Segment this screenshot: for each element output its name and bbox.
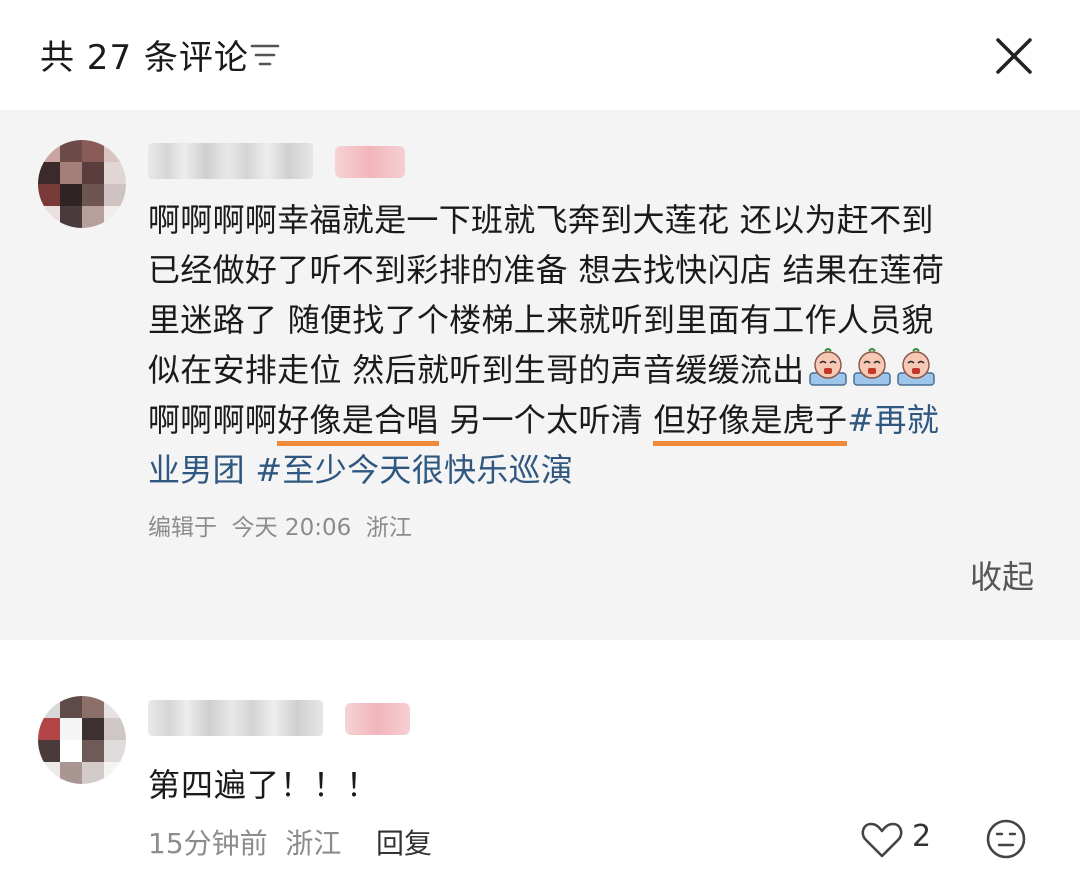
- crying-face-emoji-icon: [809, 348, 848, 386]
- comment-count-title: 共 27 条评论: [40, 38, 249, 78]
- heart-icon[interactable]: [860, 820, 904, 860]
- user-badge-blurred: [335, 146, 405, 178]
- user-badge-blurred: [345, 703, 410, 735]
- username-blurred[interactable]: [148, 143, 313, 179]
- hashtag-link[interactable]: #至少今天很快乐巡演: [255, 451, 573, 489]
- comment-line: 已经做好了听不到彩排的准备 想去找快闪店 结果在莲荷: [148, 251, 945, 289]
- username-blurred[interactable]: [148, 700, 323, 736]
- hashtag-link[interactable]: #再就: [847, 401, 939, 439]
- reply-button[interactable]: 回复: [376, 822, 432, 862]
- comment-body: 第四遍了！！！: [148, 766, 380, 804]
- comment-line: 里迷路了 随便找了个楼梯上来就听到里面有工作人员貌: [148, 301, 934, 339]
- comment-meta: 编辑于 今天 20:06 浙江: [148, 515, 412, 541]
- comment-body: 啊啊啊啊幸福就是一下班就飞奔到大莲花 还以为赶不到 已经做好了听不到彩排的准备 …: [148, 195, 1038, 495]
- comment-meta: 15分钟前 浙江: [148, 827, 342, 860]
- underlined-text: 好像是合唱: [277, 401, 439, 446]
- sort-filter-icon[interactable]: [250, 42, 280, 68]
- avatar[interactable]: [38, 696, 126, 784]
- comment-text-segment: 啊啊啊啊: [148, 401, 278, 439]
- crying-face-emoji-icon: [853, 348, 892, 386]
- hashtag-link[interactable]: 业男团: [148, 451, 245, 489]
- close-icon[interactable]: [990, 32, 1038, 80]
- comment-text-segment: 另一个太听清: [438, 401, 654, 439]
- comment-line: 啊啊啊啊幸福就是一下班就飞奔到大莲花 还以为赶不到: [148, 201, 934, 239]
- comment-line: 似在安排走位 然后就听到生哥的声音缓缓流出: [148, 351, 805, 389]
- collapse-button[interactable]: 收起: [970, 552, 1034, 598]
- avatar[interactable]: [38, 140, 126, 228]
- crying-face-emoji-icon: [897, 348, 936, 386]
- comment-line-with-emoji: 似在安排走位 然后就听到生哥的声音缓缓流出: [148, 345, 1038, 395]
- like-count: 2: [912, 819, 932, 854]
- underlined-text: 但好像是虎子: [653, 401, 848, 446]
- comment-line: 啊啊啊啊好像是合唱 另一个太听清 但好像是虎子#再就: [148, 395, 1038, 446]
- emoji-reaction-icon[interactable]: [985, 818, 1027, 860]
- comment-line: 业男团 #至少今天很快乐巡演: [148, 445, 1038, 495]
- comments-header: 共 27 条评论: [0, 0, 1080, 110]
